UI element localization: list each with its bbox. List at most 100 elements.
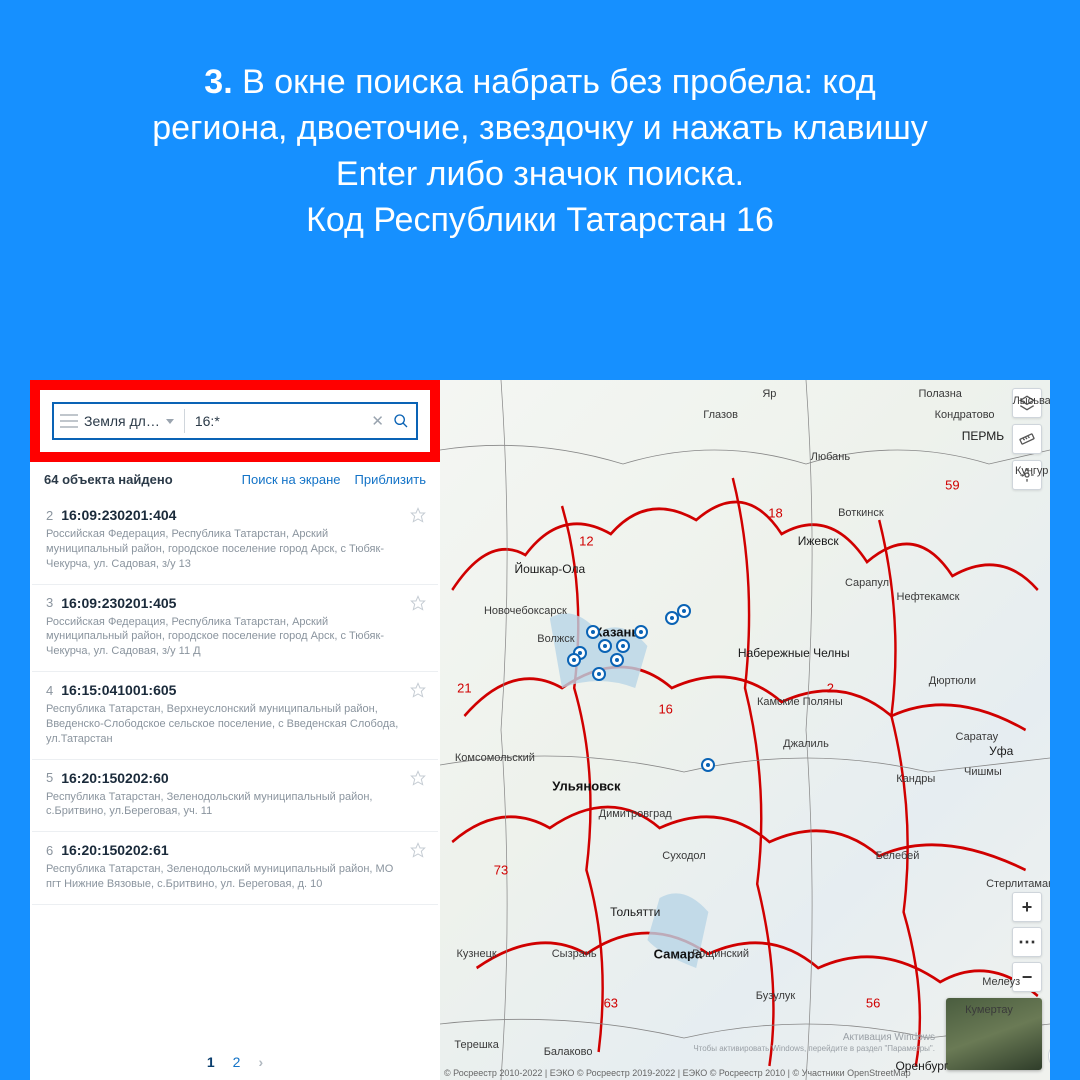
- city-label: Набережные Челны: [738, 646, 850, 660]
- result-item[interactable]: 3 16:09:230201:405 Российская Федерация, Р…: [32, 585, 438, 673]
- city-label: Ульяновск: [552, 779, 620, 794]
- city-label: Сарапул: [845, 577, 889, 589]
- city-label: Димитровград: [599, 808, 672, 820]
- city-label: Глазов: [703, 409, 738, 421]
- star-icon[interactable]: [410, 595, 426, 611]
- result-item[interactable]: 416:15:041001:605Республика Татарстан, В…: [32, 672, 438, 760]
- city-label: Белебей: [876, 850, 920, 862]
- city-label: Воткинск: [838, 507, 884, 519]
- instruction-text: 3. В окне поиска набрать без пробела: ко…: [0, 0, 1080, 274]
- city-label: Уфа: [989, 744, 1013, 758]
- city-label: Оренбург: [895, 1059, 948, 1073]
- city-label: Кумертау: [965, 1004, 1013, 1016]
- city-label: ПЕРМЬ: [962, 429, 1004, 443]
- result-item[interactable]: 516:20:150202:60Республика Татарстан, Зе…: [32, 760, 438, 833]
- result-code: 16:15:041001:605: [61, 682, 176, 698]
- star-icon[interactable]: [410, 682, 426, 698]
- result-index: 5: [46, 770, 53, 785]
- map-attribution: © Росреестр 2010-2022 | ЕЭКО © Росреестр…: [444, 1068, 940, 1078]
- city-label: Стерлитамак: [986, 878, 1050, 890]
- map-viewport[interactable]: + ⋯ − Активация Windows Чтобы активирова…: [440, 380, 1050, 1080]
- city-label: Нефтекамск: [897, 591, 960, 603]
- measure-button[interactable]: [1012, 424, 1042, 454]
- city-label: Камские Поляны: [757, 696, 843, 708]
- page-next-icon[interactable]: ›: [258, 1054, 263, 1070]
- region-number: 73: [494, 863, 508, 878]
- map-marker[interactable]: [677, 604, 691, 618]
- city-label: Бузулук: [756, 990, 795, 1002]
- map-marker[interactable]: [598, 639, 612, 653]
- city-label: Лысьва: [1013, 395, 1050, 407]
- region-number: 16: [658, 702, 672, 717]
- city-label: Мелеуз: [982, 976, 1020, 988]
- separator: [184, 409, 185, 433]
- region-number: 56: [866, 996, 880, 1011]
- result-address: Российская Федерация, Республика Татарст…: [46, 615, 424, 660]
- zoom-in-button[interactable]: +: [1012, 892, 1042, 922]
- search-on-screen-link[interactable]: Поиск на экране: [242, 472, 341, 487]
- city-label: Яр: [762, 388, 776, 400]
- result-index: 2: [46, 508, 53, 523]
- star-icon[interactable]: [410, 507, 426, 523]
- star-icon[interactable]: [410, 842, 426, 858]
- result-item[interactable]: 2 16:09:230201:404 Российская Федерация, Р…: [32, 497, 438, 585]
- city-label: Ижевск: [798, 534, 839, 548]
- map-marker[interactable]: [616, 639, 630, 653]
- region-number: 59: [945, 478, 959, 493]
- results-header: 64 объекта найдено Поиск на экране Прибл…: [30, 462, 440, 497]
- region-number: 21: [457, 681, 471, 696]
- city-label: Кунгур: [1015, 465, 1049, 477]
- menu-icon[interactable]: [60, 414, 78, 428]
- search-icon[interactable]: [392, 412, 410, 430]
- pagination: 1 2 ›: [30, 1040, 440, 1080]
- clear-icon[interactable]: ✕: [369, 412, 386, 430]
- result-address: Республика Татарстан, Зеленодольский мун…: [46, 862, 424, 892]
- city-label: Любань: [811, 451, 850, 463]
- city-label: Новочебоксарск: [484, 605, 567, 617]
- map-marker[interactable]: [592, 667, 606, 681]
- city-label: Чишмы: [964, 766, 1002, 778]
- map-marker[interactable]: [634, 625, 648, 639]
- search-bar: Земля дл… ✕: [52, 402, 418, 440]
- app-window: Земля дл… ✕ 64 объекта найдено Поиск на …: [30, 380, 1050, 1080]
- city-label: Йошкар-Ола: [514, 562, 585, 576]
- city-label: Джалиль: [783, 738, 829, 750]
- region-number: 18: [768, 506, 782, 521]
- result-code: 16:09:230201:405: [61, 595, 176, 611]
- city-label: Терешка: [454, 1039, 498, 1051]
- result-item[interactable]: 6 16:20:150202:61 Республика Татарстан, Зе…: [32, 832, 438, 905]
- city-label: Балаково: [544, 1046, 593, 1058]
- result-index: 3: [46, 595, 53, 610]
- map-marker[interactable]: [610, 653, 624, 667]
- city-label: Дюртюли: [929, 675, 976, 687]
- result-address: Российская Федерация, Республика Татарст…: [46, 527, 424, 572]
- city-label: Полазна: [918, 388, 961, 400]
- zoom-link[interactable]: Приблизить: [355, 472, 427, 487]
- star-icon[interactable]: [410, 770, 426, 786]
- result-code: 16:20:150202:61: [61, 842, 168, 858]
- zoom-level-button[interactable]: ⋯: [1012, 927, 1042, 957]
- region-number: 63: [604, 996, 618, 1011]
- city-label: Суходол: [662, 850, 705, 862]
- page-1[interactable]: 1: [207, 1054, 215, 1070]
- map-marker[interactable]: [586, 625, 600, 639]
- city-label: Кондратово: [935, 409, 995, 421]
- search-highlight: Земля дл… ✕: [30, 380, 440, 462]
- city-label: Волжск: [537, 633, 574, 645]
- result-code: 16:09:230201:404: [61, 507, 176, 523]
- region-number: 2: [827, 681, 834, 696]
- chevron-down-icon: [166, 419, 174, 424]
- map-marker[interactable]: [701, 758, 715, 772]
- category-dropdown[interactable]: Земля дл…: [84, 413, 160, 429]
- city-label: Сызрань: [552, 948, 597, 960]
- region-number: 12: [579, 534, 593, 549]
- results-list: 2 16:09:230201:404 Российская Федерация, Р…: [30, 497, 440, 1040]
- result-index: 6: [46, 843, 53, 858]
- result-code: 16:20:150202:60: [61, 770, 168, 786]
- search-input[interactable]: [191, 413, 364, 429]
- windows-watermark: Активация Windows Чтобы активировать Win…: [693, 1032, 935, 1054]
- map-marker[interactable]: [567, 653, 581, 667]
- results-panel: Земля дл… ✕ 64 объекта найдено Поиск на …: [30, 380, 440, 1080]
- result-index: 4: [46, 683, 53, 698]
- page-2[interactable]: 2: [233, 1054, 241, 1070]
